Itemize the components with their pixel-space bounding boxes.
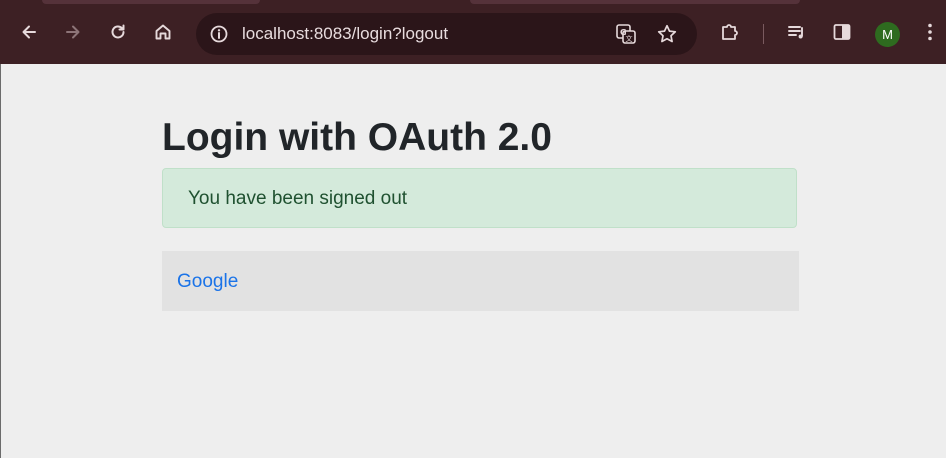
side-panel-icon <box>833 24 851 40</box>
oauth-provider-list: Google <box>162 251 799 311</box>
window-edge <box>0 64 1 458</box>
tab-strip-edge <box>470 0 800 4</box>
reload-icon <box>111 24 125 39</box>
arrow-right-icon <box>66 25 80 39</box>
arrow-left-icon <box>22 25 36 39</box>
profile-avatar[interactable]: M <box>875 22 900 47</box>
page-title: Login with OAuth 2.0 <box>162 116 552 159</box>
extensions-button[interactable] <box>716 18 744 46</box>
google-login-link[interactable]: Google <box>177 271 238 293</box>
url-text[interactable]: localhost:8083/login?logout <box>242 24 448 44</box>
home-button[interactable] <box>149 18 177 46</box>
puzzle-icon <box>722 24 738 40</box>
media-controls-button[interactable] <box>783 18 811 46</box>
page-content: Login with OAuth 2.0 You have been signe… <box>0 64 946 458</box>
star-icon <box>657 24 677 43</box>
forward-button[interactable] <box>59 18 87 46</box>
bookmark-button[interactable] <box>653 20 681 48</box>
browser-menu-button[interactable] <box>918 18 942 46</box>
alert-message: You have been signed out <box>188 188 408 209</box>
info-icon <box>210 25 228 43</box>
site-info-button[interactable] <box>205 20 233 48</box>
svg-text:文: 文 <box>626 34 633 43</box>
side-panel-button[interactable] <box>828 18 856 46</box>
back-button[interactable] <box>15 18 43 46</box>
media-queue-icon <box>788 26 803 39</box>
kebab-menu-icon <box>928 23 932 41</box>
translate-icon: G 文 <box>616 24 636 44</box>
toolbar-divider <box>763 24 764 44</box>
browser-toolbar: localhost:8083/login?logout G 文 M <box>0 0 946 64</box>
address-bar[interactable]: localhost:8083/login?logout G 文 <box>196 13 697 55</box>
reload-button[interactable] <box>104 18 132 46</box>
translate-button[interactable]: G 文 <box>612 20 640 48</box>
signed-out-alert: You have been signed out <box>162 168 797 228</box>
tab-strip-edge <box>42 0 260 4</box>
home-icon <box>155 24 171 40</box>
